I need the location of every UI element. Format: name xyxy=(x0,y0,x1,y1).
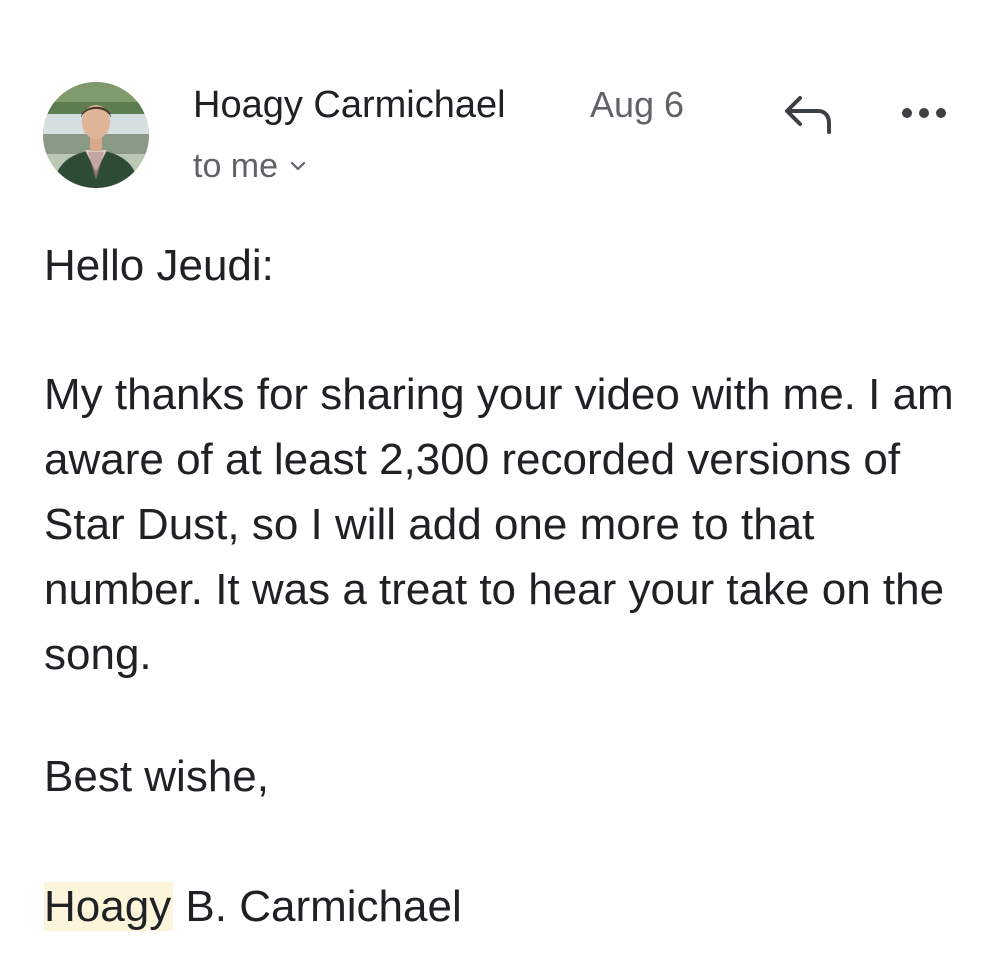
more-options-button[interactable] xyxy=(898,95,952,131)
email-signature: Hoagy B. Carmichael xyxy=(44,874,974,939)
signature-rest: B. Carmichael xyxy=(173,882,462,931)
chevron-down-icon xyxy=(290,161,306,171)
recipient-label: to me xyxy=(193,146,279,185)
reply-icon xyxy=(785,96,831,134)
email-greeting: Hello Jeudi: xyxy=(44,241,274,290)
sender-name[interactable]: Hoagy Carmichael xyxy=(193,78,506,132)
email-date: Aug 6 xyxy=(590,84,685,125)
reply-button[interactable] xyxy=(780,92,836,138)
sender-avatar[interactable] xyxy=(43,82,149,188)
more-options-icon xyxy=(902,108,946,118)
signature-highlighted-word: Hoagy xyxy=(44,882,174,931)
email-closing: Best wishe, xyxy=(44,752,269,801)
avatar-photo-icon xyxy=(43,82,149,188)
email-body-paragraph: My thanks for sharing your video with me… xyxy=(44,370,954,679)
recipient-details-toggle[interactable]: to me xyxy=(193,140,306,192)
